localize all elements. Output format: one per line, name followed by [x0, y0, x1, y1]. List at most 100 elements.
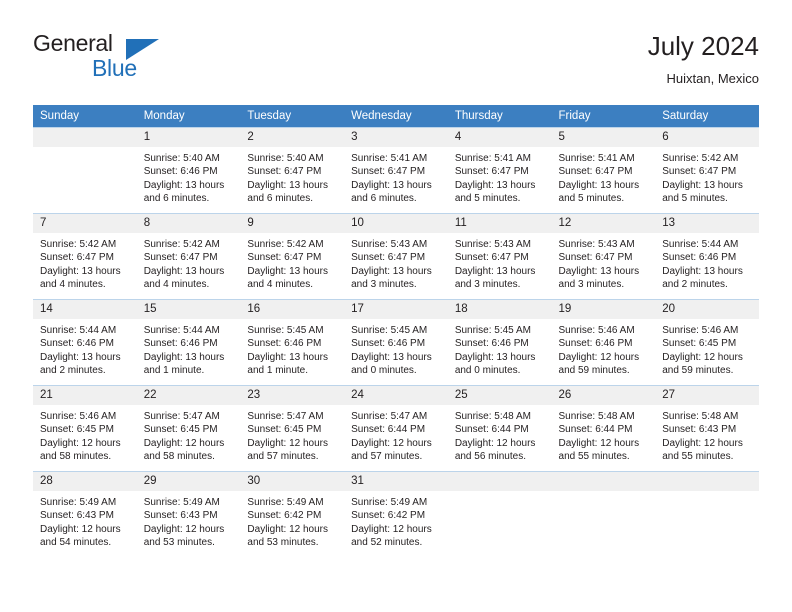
sunset-text: Sunset: 6:46 PM [247, 338, 322, 350]
day-number: 20 [655, 300, 759, 319]
brand-name-general: General [33, 30, 113, 56]
sunrise-text: Sunrise: 5:43 AM [454, 239, 531, 250]
calendar-day-cell[interactable]: 11 Sunrise: 5:43 AM Sunset: 6:47 PM Dayligh… [447, 213, 552, 300]
sunrise-text: Sunrise: 5:49 AM [351, 497, 428, 508]
daylight-text-line1: Daylight: 13 hours [40, 351, 121, 363]
sunrise-text: Sunrise: 5:48 AM [558, 411, 635, 422]
daylight-text-line1: Daylight: 13 hours [351, 179, 432, 191]
weekday-header-wednesday: Wednesday [344, 105, 448, 128]
calendar-day-cell[interactable]: 7 Sunrise: 5:42 AM Sunset: 6:47 PM Daylight… [33, 213, 137, 300]
daylight-text-line2: and 5 minutes. [454, 193, 521, 205]
calendar-day-cell[interactable]: 12 Sunrise: 5:43 AM Sunset: 6:47 PM Dayligh… [551, 213, 656, 300]
calendar-day-cell[interactable]: 15 Sunrise: 5:44 AM Sunset: 6:46 PM Dayligh… [136, 299, 241, 386]
sunrise-text: Sunrise: 5:49 AM [247, 497, 324, 508]
calendar-day-cell[interactable]: 17 Sunrise: 5:45 AM Sunset: 6:46 PM Dayligh… [344, 299, 448, 386]
daylight-text-line2: and 57 minutes. [247, 451, 319, 463]
calendar-day-cell[interactable]: 2 Sunrise: 5:40 AM Sunset: 6:47 PM Daylight… [240, 127, 345, 214]
page-header: General Blue July 2024 Huixtan, Mexico [33, 30, 759, 96]
calendar-header-row: Sunday Monday Tuesday Wednesday Thursday… [33, 105, 759, 128]
sunrise-text: Sunrise: 5:40 AM [247, 153, 324, 164]
day-number: 24 [344, 386, 448, 405]
calendar-day-cell[interactable]: 13 Sunrise: 5:44 AM Sunset: 6:46 PM Dayligh… [655, 213, 759, 300]
day-number: 18 [447, 300, 552, 319]
daylight-text-line2: and 2 minutes. [662, 279, 728, 291]
daylight-text-line1: Daylight: 13 hours [247, 351, 329, 363]
sunrise-text: Sunrise: 5:45 AM [351, 325, 428, 336]
calendar-day-cell-empty [33, 127, 137, 214]
sunset-text: Sunset: 6:47 PM [351, 166, 426, 178]
sunset-text: Sunset: 6:45 PM [662, 338, 737, 350]
calendar-day-cell[interactable]: 26 Sunrise: 5:48 AM Sunset: 6:44 PM Dayligh… [551, 385, 656, 472]
daylight-text-line1: Daylight: 12 hours [662, 437, 743, 449]
sunset-text: Sunset: 6:45 PM [247, 424, 322, 436]
calendar-day-cell[interactable]: 4 Sunrise: 5:41 AM Sunset: 6:47 PM Daylight… [447, 127, 552, 214]
day-details: Sunrise: 5:42 AM Sunset: 6:47 PM Daylight:… [240, 233, 344, 292]
day-number: 15 [136, 300, 241, 319]
day-number [551, 472, 656, 491]
sunset-text: Sunset: 6:43 PM [662, 424, 737, 436]
daylight-text-line1: Daylight: 13 hours [454, 179, 536, 191]
daylight-text-line1: Daylight: 13 hours [143, 179, 225, 191]
calendar-day-cell[interactable]: 28 Sunrise: 5:49 AM Sunset: 6:43 PM Dayligh… [33, 471, 137, 557]
day-details: Sunrise: 5:41 AM Sunset: 6:47 PM Daylight:… [448, 147, 552, 206]
sunset-text: Sunset: 6:46 PM [143, 166, 218, 178]
calendar-day-cell[interactable]: 18 Sunrise: 5:45 AM Sunset: 6:46 PM Dayligh… [447, 299, 552, 386]
day-number [447, 472, 552, 491]
calendar-day-cell[interactable]: 20 Sunrise: 5:46 AM Sunset: 6:45 PM Dayligh… [655, 299, 759, 386]
day-number: 31 [344, 472, 448, 491]
calendar-day-cell[interactable]: 19 Sunrise: 5:46 AM Sunset: 6:46 PM Dayligh… [551, 299, 656, 386]
day-details: Sunrise: 5:41 AM Sunset: 6:47 PM Daylight:… [552, 147, 656, 206]
day-details: Sunrise: 5:42 AM Sunset: 6:47 PM Daylight:… [137, 233, 241, 292]
calendar-day-cell[interactable]: 3 Sunrise: 5:41 AM Sunset: 6:47 PM Daylight… [344, 127, 448, 214]
daylight-text-line1: Daylight: 12 hours [351, 523, 432, 535]
daylight-text-line1: Daylight: 13 hours [454, 351, 536, 363]
day-details: Sunrise: 5:43 AM Sunset: 6:47 PM Daylight:… [552, 233, 656, 292]
day-details: Sunrise: 5:44 AM Sunset: 6:46 PM Daylight:… [33, 319, 137, 378]
day-details: Sunrise: 5:46 AM Sunset: 6:45 PM Daylight:… [33, 405, 137, 464]
daylight-text-line2: and 4 minutes. [40, 279, 106, 291]
day-number [655, 472, 759, 491]
calendar-day-cell[interactable]: 9 Sunrise: 5:42 AM Sunset: 6:47 PM Daylight… [240, 213, 345, 300]
calendar-day-cell[interactable]: 29 Sunrise: 5:49 AM Sunset: 6:43 PM Dayligh… [136, 471, 241, 557]
daylight-text-line2: and 6 minutes. [143, 193, 210, 205]
calendar-day-cell[interactable]: 27 Sunrise: 5:48 AM Sunset: 6:43 PM Dayligh… [655, 385, 759, 472]
sunset-text: Sunset: 6:45 PM [40, 424, 114, 436]
daylight-text-line1: Daylight: 13 hours [454, 265, 536, 277]
day-number: 9 [240, 214, 345, 233]
daylight-text-line2: and 2 minutes. [40, 365, 106, 377]
daylight-text-line1: Daylight: 13 hours [558, 265, 640, 277]
calendar-day-cell[interactable]: 31 Sunrise: 5:49 AM Sunset: 6:42 PM Dayligh… [344, 471, 448, 557]
calendar-day-cell[interactable]: 25 Sunrise: 5:48 AM Sunset: 6:44 PM Dayligh… [447, 385, 552, 472]
calendar-day-cell[interactable]: 22 Sunrise: 5:47 AM Sunset: 6:45 PM Dayligh… [136, 385, 241, 472]
calendar-week-row: 21 Sunrise: 5:46 AM Sunset: 6:45 PM Dayligh… [33, 385, 759, 472]
daylight-text-line1: Daylight: 12 hours [558, 437, 640, 449]
weekday-header-thursday: Thursday [447, 105, 552, 128]
calendar-day-cell[interactable]: 6 Sunrise: 5:42 AM Sunset: 6:47 PM Daylight… [655, 127, 759, 214]
daylight-text-line2: and 3 minutes. [454, 279, 521, 291]
calendar-day-cell[interactable]: 16 Sunrise: 5:45 AM Sunset: 6:46 PM Dayligh… [240, 299, 345, 386]
day-details: Sunrise: 5:41 AM Sunset: 6:47 PM Daylight:… [344, 147, 448, 206]
calendar-week-row: 7 Sunrise: 5:42 AM Sunset: 6:47 PM Daylight… [33, 213, 759, 300]
calendar-week-row: 28 Sunrise: 5:49 AM Sunset: 6:43 PM Dayligh… [33, 471, 759, 557]
day-number: 3 [344, 128, 448, 147]
calendar-day-cell[interactable]: 1 Sunrise: 5:40 AM Sunset: 6:46 PM Daylight… [136, 127, 241, 214]
sunrise-text: Sunrise: 5:49 AM [40, 497, 117, 508]
daylight-text-line2: and 53 minutes. [247, 537, 319, 549]
calendar-day-cell[interactable]: 23 Sunrise: 5:47 AM Sunset: 6:45 PM Dayligh… [240, 385, 345, 472]
calendar-day-cell[interactable]: 14 Sunrise: 5:44 AM Sunset: 6:46 PM Dayligh… [33, 299, 137, 386]
sunset-text: Sunset: 6:47 PM [40, 252, 114, 264]
calendar-day-cell[interactable]: 8 Sunrise: 5:42 AM Sunset: 6:47 PM Daylight… [136, 213, 241, 300]
calendar-day-cell[interactable]: 21 Sunrise: 5:46 AM Sunset: 6:45 PM Dayligh… [33, 385, 137, 472]
daylight-text-line2: and 6 minutes. [247, 193, 314, 205]
calendar-day-cell[interactable]: 10 Sunrise: 5:43 AM Sunset: 6:47 PM Dayligh… [344, 213, 448, 300]
day-details: Sunrise: 5:49 AM Sunset: 6:42 PM Daylight:… [344, 491, 448, 550]
sunset-text: Sunset: 6:42 PM [351, 510, 426, 522]
calendar-day-cell[interactable]: 5 Sunrise: 5:41 AM Sunset: 6:47 PM Daylight… [551, 127, 656, 214]
brand-logo[interactable]: General Blue [33, 30, 253, 90]
sunset-text: Sunset: 6:45 PM [143, 424, 218, 436]
calendar-day-cell[interactable]: 30 Sunrise: 5:49 AM Sunset: 6:42 PM Dayligh… [240, 471, 345, 557]
calendar-day-cell[interactable]: 24 Sunrise: 5:47 AM Sunset: 6:44 PM Dayligh… [344, 385, 448, 472]
calendar-week-row: 14 Sunrise: 5:44 AM Sunset: 6:46 PM Dayligh… [33, 299, 759, 386]
sunrise-text: Sunrise: 5:41 AM [558, 153, 635, 164]
day-number: 26 [551, 386, 656, 405]
